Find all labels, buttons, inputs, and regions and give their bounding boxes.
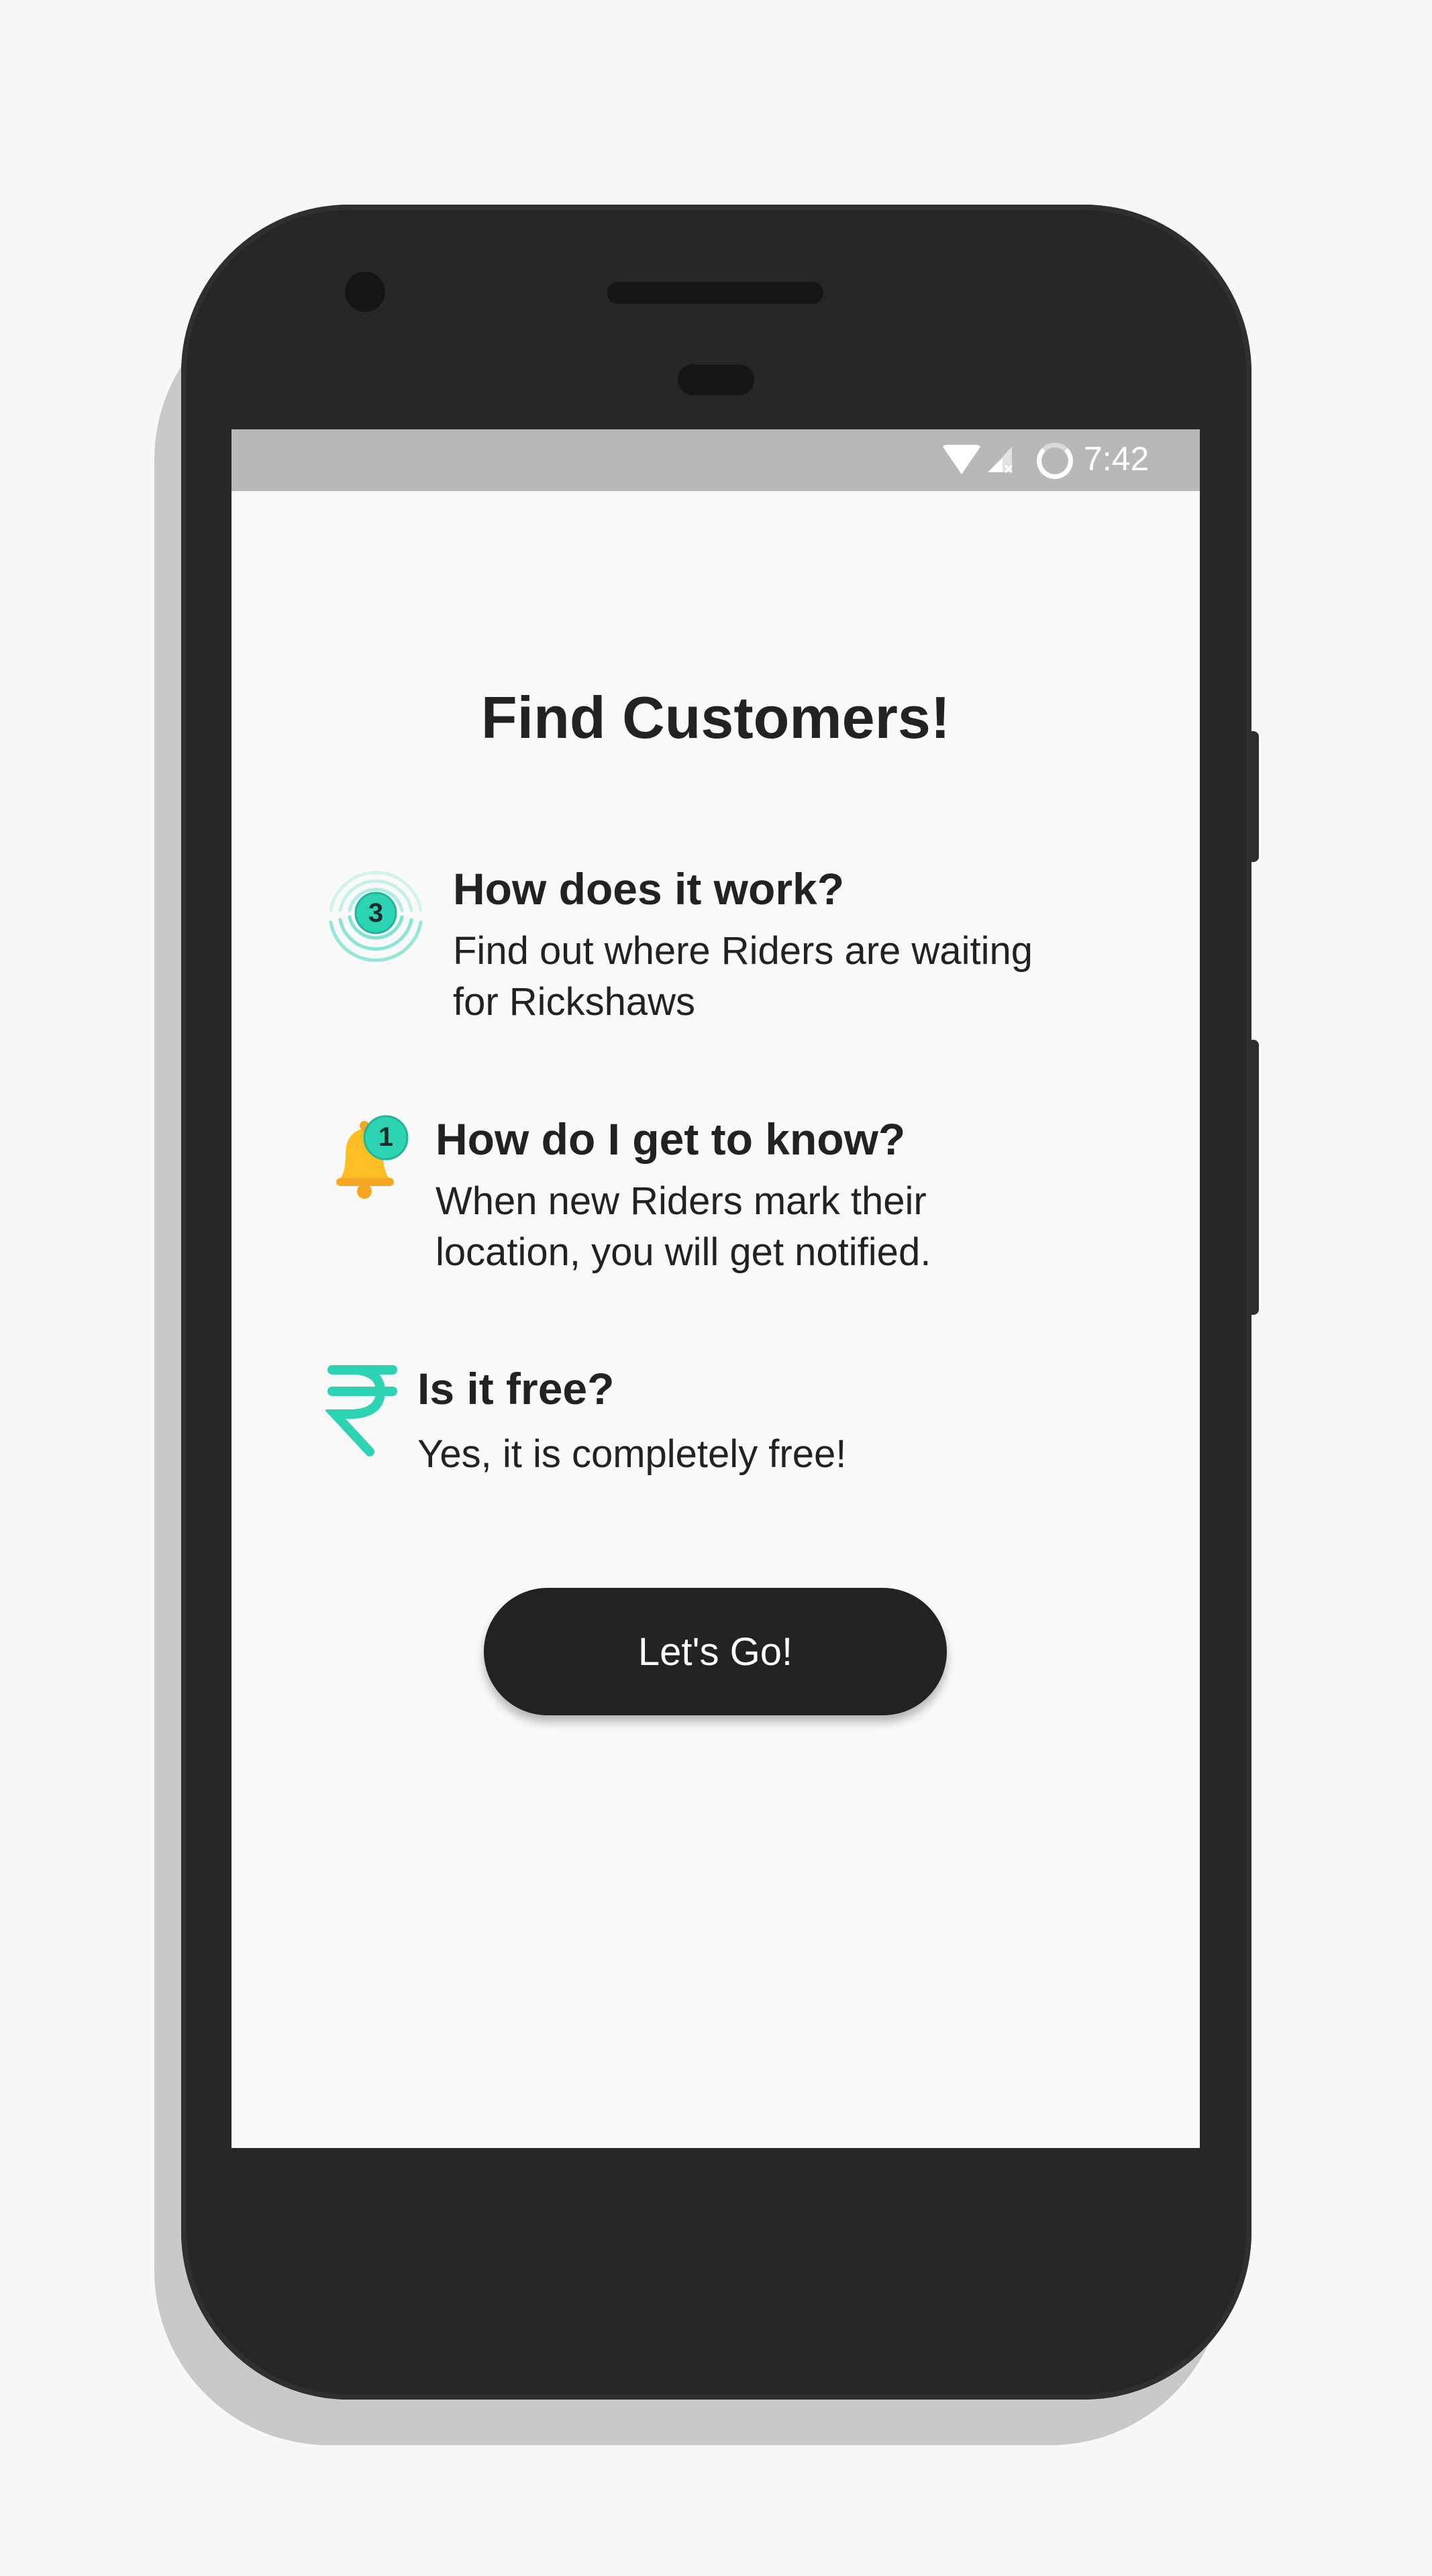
feature-heading: Is it free? — [417, 1364, 615, 1413]
rider-count-badge: 3 — [368, 898, 384, 928]
lets-go-button[interactable]: Let's Go! — [484, 1588, 947, 1715]
phone-screen: 7:42 Find Customers! 3 How does it work?… — [232, 429, 1200, 2148]
rupee-icon — [325, 1365, 397, 1456]
earpiece-speaker — [607, 282, 823, 304]
feature-description-line: location, you will get notified. — [436, 1230, 931, 1274]
feature-description-line: Yes, it is completely free! — [417, 1432, 847, 1476]
wifi-icon — [941, 445, 982, 474]
status-time: 7:42 — [1084, 440, 1149, 478]
power-button — [1249, 731, 1259, 862]
front-camera — [345, 272, 385, 312]
proximity-sensor — [678, 364, 754, 395]
feature-heading: How do I get to know? — [436, 1114, 906, 1164]
signal-icon — [988, 447, 1013, 474]
feature-description: Find out where Riders are waiting for Ri… — [453, 926, 1033, 1028]
feature-description-line: for Rickshaws — [453, 980, 695, 1024]
sync-icon — [1037, 443, 1073, 479]
feature-heading: How does it work? — [453, 864, 845, 914]
feature-description-line: When new Riders mark their — [436, 1179, 927, 1223]
page-title: Find Customers! — [480, 684, 951, 751]
notification-count-badge: 1 — [378, 1122, 394, 1152]
feature-description: Yes, it is completely free! — [417, 1429, 846, 1480]
status-bar: 7:42 — [232, 429, 1200, 491]
feature-description: When new Riders mark their location, you… — [436, 1176, 931, 1278]
volume-button — [1249, 1040, 1259, 1315]
feature-description-line: Find out where Riders are waiting — [453, 929, 1033, 973]
